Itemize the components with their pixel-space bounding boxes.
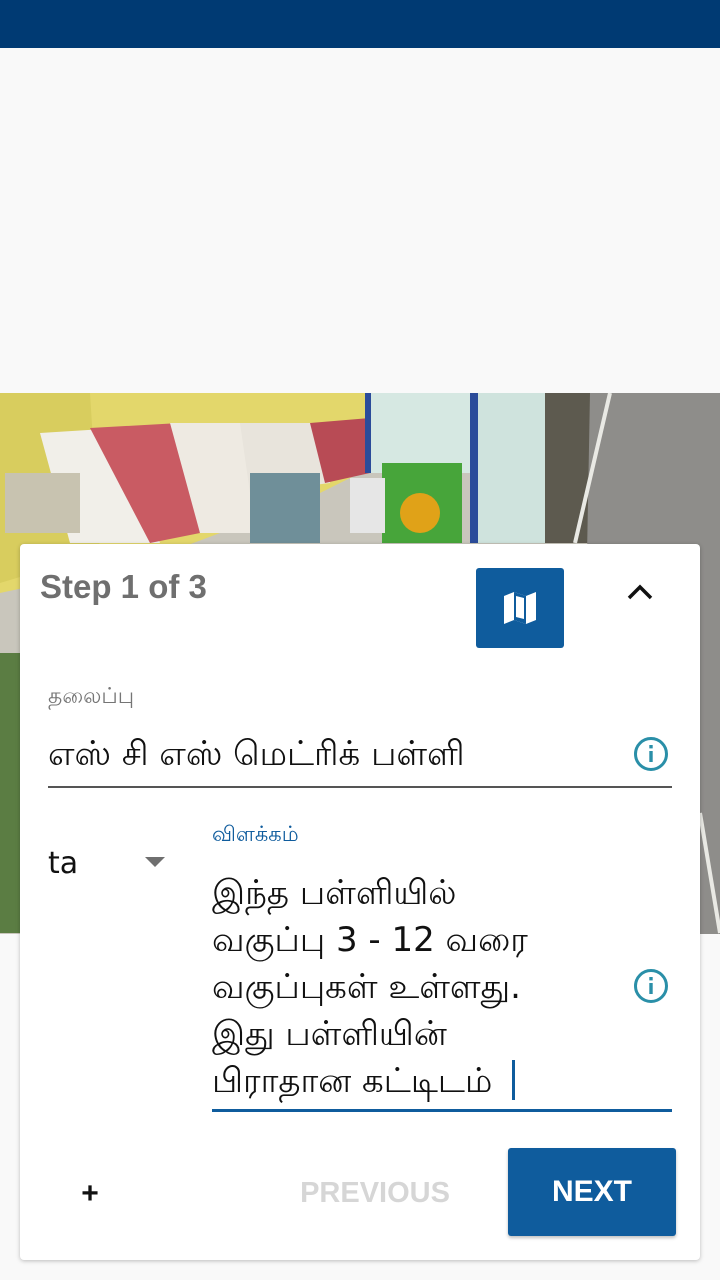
info-icon[interactable] [633,736,669,772]
map-icon [504,592,536,624]
add-language-button[interactable]: + [68,1172,112,1216]
chevron-up-icon [627,584,653,600]
collapse-button[interactable] [616,568,664,616]
next-button[interactable]: NEXT [508,1148,676,1236]
description-text: இந்த பள்ளியில் வகுப்பு 3 - 12 வரை வகுப்ப… [212,873,528,1101]
title-field-label: தலைப்பு [48,684,135,709]
title-input-underline [48,786,672,788]
text-cursor [512,1060,516,1100]
description-input-underline [212,1109,672,1112]
title-input[interactable]: எஸ் சி எஸ் மெட்ரிக் பள்ளி [48,734,465,778]
place-details-card: Step 1 of 3 தலைப்பு எஸ் சி எஸ் மெட்ரிக் … [20,544,700,1260]
step-indicator: Step 1 of 3 [40,568,207,605]
status-bar [0,0,720,48]
previous-button[interactable]: PREVIOUS [290,1170,460,1216]
info-icon[interactable] [633,968,669,1004]
description-field-label: விளக்கம் [212,822,299,846]
language-select[interactable]: ta [48,846,78,881]
map-button[interactable] [476,568,564,648]
description-input[interactable]: இந்த பள்ளியில் வகுப்பு 3 - 12 வரை வகுப்ப… [212,870,612,1105]
dropdown-arrow-icon[interactable] [144,856,166,868]
